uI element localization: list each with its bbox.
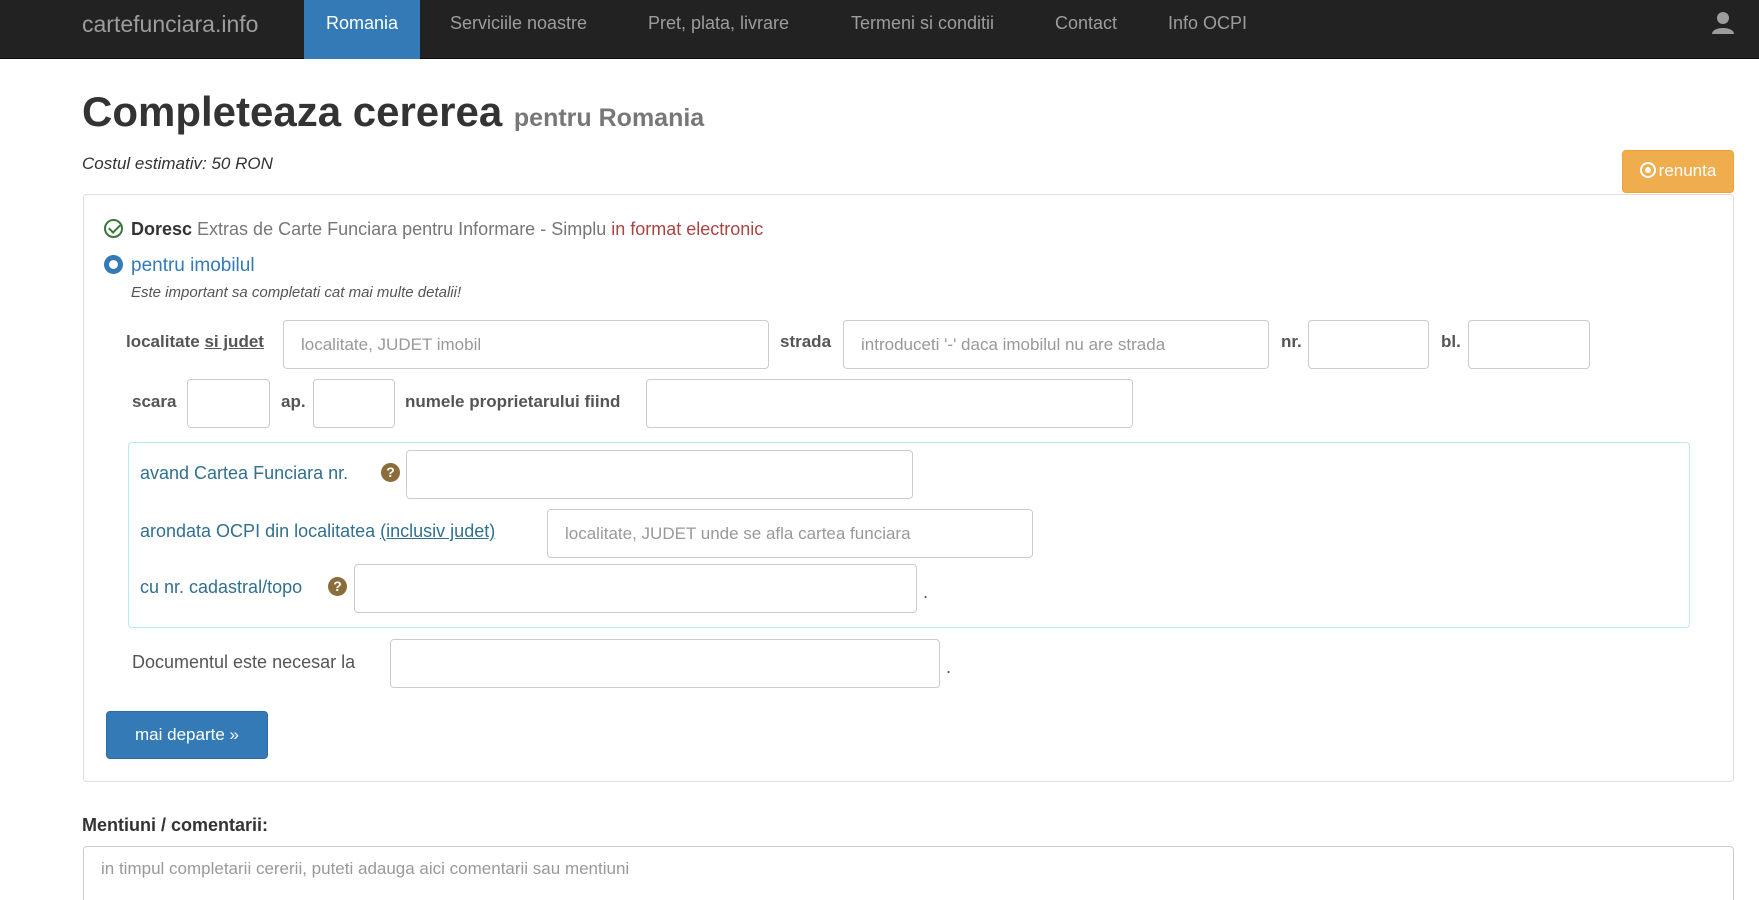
comments-label: Mentiuni / comentarii:	[82, 815, 269, 835]
cadastral-label: cu nr. cadastral/topo	[140, 577, 303, 597]
ocpi-label: arondata OCPI din localitatea (inclusiv …	[140, 521, 495, 542]
street-label: strada	[780, 332, 832, 351]
cost-label: Costul estimativ:	[82, 154, 207, 173]
brand-link[interactable]: cartefunciara.info	[82, 10, 258, 38]
radio-selected-icon[interactable]	[104, 255, 123, 274]
page-title: Completeaza cererea pentru Romania	[82, 88, 704, 136]
cancel-button[interactable]: renunta	[1622, 150, 1734, 193]
property-label[interactable]: pentru imobilul	[131, 255, 255, 277]
period-mark: .	[923, 582, 929, 602]
nav-item-services[interactable]: Serviciile noastre	[428, 0, 609, 59]
purpose-input[interactable]	[390, 639, 940, 688]
block-input[interactable]	[1468, 320, 1590, 369]
cancel-circle-icon	[1639, 162, 1656, 178]
estimated-cost: Costul estimativ: 50 RON	[82, 154, 273, 174]
request-prefix: Doresc	[131, 219, 193, 239]
form-hint: Este important sa completati cat mai mul…	[131, 284, 462, 301]
apartment-label: ap.	[281, 392, 306, 411]
request-text: Extras de Carte Funciara pentru Informar…	[197, 219, 607, 239]
top-navbar: cartefunciara.info Romania Serviciile no…	[0, 0, 1759, 59]
ok-circle-icon	[104, 219, 123, 238]
nav-item-terms[interactable]: Termeni si conditii	[829, 0, 1016, 59]
request-summary: Doresc Extras de Carte Funciara pentru I…	[131, 219, 763, 240]
request-format: in format electronic	[611, 219, 764, 239]
nav-item-info-ocpi[interactable]: Info OCPI	[1146, 0, 1269, 59]
block-label: bl.	[1441, 332, 1461, 351]
street-input[interactable]: introduceti '-' daca imobilul nu are str…	[843, 320, 1269, 369]
cadastral-input[interactable]	[354, 564, 917, 613]
cancel-label: renunta	[1658, 161, 1717, 180]
number-input[interactable]	[1308, 320, 1429, 369]
locality-label: localitate si judet	[126, 332, 264, 352]
user-icon[interactable]	[1710, 10, 1736, 36]
number-label: nr.	[1281, 332, 1302, 351]
nav-item-pricing[interactable]: Pret, plata, livrare	[626, 0, 811, 59]
locality-label-a: localitate	[126, 332, 200, 351]
stair-label: scara	[132, 392, 177, 411]
ocpi-label-b[interactable]: (inclusiv judet)	[380, 521, 495, 541]
question-icon[interactable]: ?	[381, 463, 400, 482]
locality-label-b: si judet	[204, 332, 264, 351]
ocpi-label-a: arondata OCPI din localitatea	[140, 521, 376, 541]
nav-item-romania[interactable]: Romania	[304, 0, 421, 59]
page-title-text: Completeaza cererea	[82, 88, 503, 135]
apartment-input[interactable]	[313, 379, 395, 428]
period-mark: .	[946, 657, 952, 677]
ocpi-input[interactable]: localitate, JUDET unde se afla cartea fu…	[547, 509, 1033, 558]
stair-input[interactable]	[187, 379, 270, 428]
cost-value: 50 RON	[211, 154, 273, 173]
question-icon[interactable]: ?	[328, 577, 347, 596]
next-button[interactable]: mai departe »	[106, 711, 268, 759]
owner-label: numele proprietarului fiind	[405, 392, 621, 411]
land-book-label: avand Cartea Funciara nr.	[140, 463, 349, 483]
page-subtitle: pentru Romania	[513, 104, 705, 132]
purpose-label: Documentul este necesar la	[132, 652, 356, 672]
comments-textarea[interactable]: in timpul completarii cererii, puteti ad…	[83, 846, 1734, 900]
nav-item-contact[interactable]: Contact	[1033, 0, 1139, 59]
locality-input[interactable]: localitate, JUDET imobil	[283, 320, 769, 369]
owner-input[interactable]	[646, 379, 1133, 428]
land-book-input[interactable]	[406, 450, 913, 499]
